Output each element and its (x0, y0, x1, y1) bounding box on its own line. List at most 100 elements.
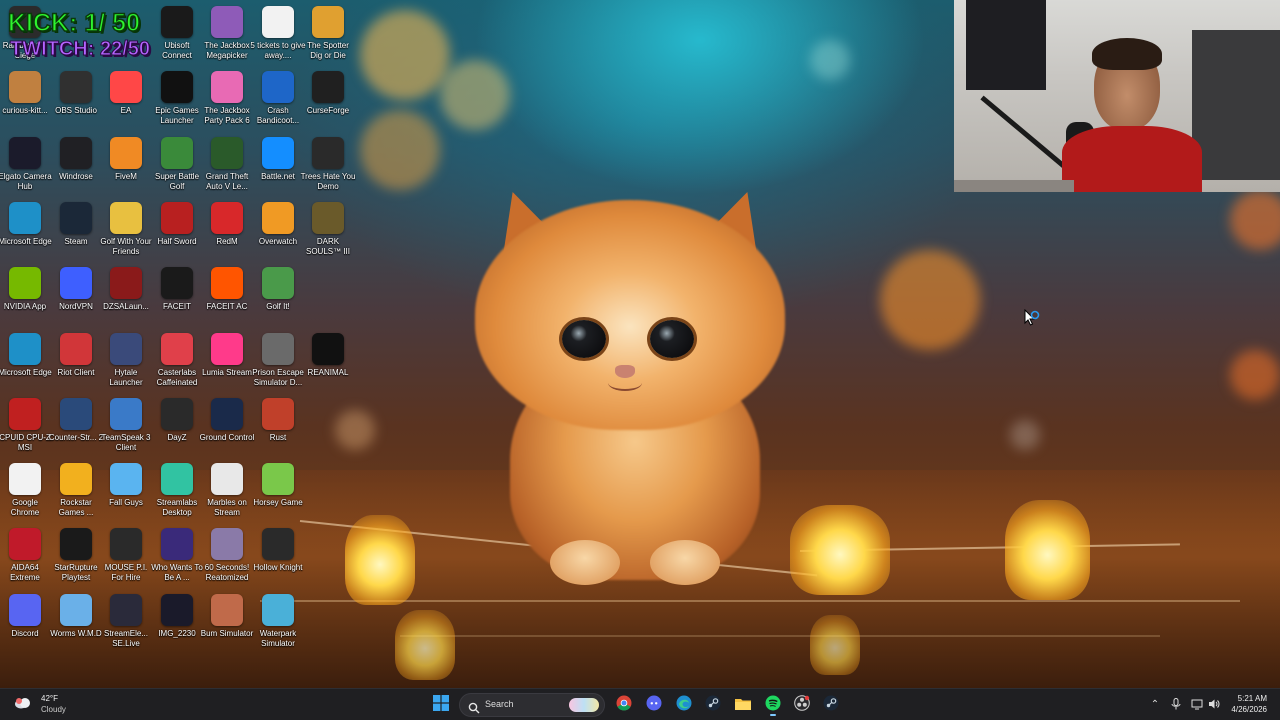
weather-widget[interactable]: 42°F Cloudy (8, 689, 78, 720)
desktop-shortcut[interactable]: Microsoft Edge (0, 331, 53, 395)
desktop-shortcut[interactable]: EA (98, 69, 154, 133)
desktop-shortcut[interactable]: NVIDIA App (0, 265, 53, 329)
desktop-shortcut[interactable]: Worms W.M.D (48, 592, 104, 656)
desktop-shortcut[interactable]: The Jackbox Party Pack 6 (199, 69, 255, 133)
desktop-shortcut[interactable]: Rockstar Games ... (48, 461, 104, 525)
chrome-taskbar-button[interactable] (612, 693, 636, 717)
desktop-shortcut[interactable]: Golf With Your Friends (98, 200, 154, 264)
desktop-shortcut[interactable]: Golf It! (250, 265, 306, 329)
desktop-shortcut[interactable]: Discord (0, 592, 53, 656)
tree-icon (312, 136, 344, 169)
desktop-shortcut[interactable]: Microsoft Edge (0, 200, 53, 264)
start-button[interactable] (429, 693, 453, 717)
discord-taskbar-button[interactable] (642, 693, 666, 717)
desktop-shortcut[interactable]: Ground Control (199, 396, 255, 460)
desktop-shortcut[interactable]: Battle.net (250, 135, 306, 199)
desktop-shortcut[interactable]: The Jackbox Megapicker (199, 4, 255, 68)
desktop-shortcut[interactable]: NordVPN (48, 265, 104, 329)
desktop-shortcut[interactable]: TeamSpeak 3 Client (98, 396, 154, 460)
wallpaper-kitten (440, 179, 820, 600)
desktop-shortcut[interactable]: StarRupture Playtest (48, 526, 104, 590)
desktop-shortcut[interactable]: curious-kitt... (0, 69, 53, 133)
desktop-shortcut-label: Elgato Camera Hub (0, 171, 52, 191)
clock[interactable]: 5:21 AM 4/26/2026 (1220, 689, 1280, 720)
desktop-shortcut-label: Golf It! (266, 302, 290, 312)
weather-temperature: 42°F (41, 694, 58, 703)
network-icon[interactable] (1190, 698, 1204, 712)
desktop-shortcut[interactable]: Who Wants To Be A ... (149, 526, 205, 590)
desktop-shortcut[interactable]: DayZ (149, 396, 205, 460)
desktop-shortcut[interactable]: Windrose (48, 135, 104, 199)
desktop-shortcut[interactable]: MOUSE P.I. For Hire (98, 526, 154, 590)
desktop-shortcut[interactable]: Prison Escape Simulator D... (250, 331, 306, 395)
desktop-shortcut[interactable]: StreamEle... SE.Live (98, 592, 154, 656)
desktop-shortcut-label: Crash Bandicoot... (256, 106, 300, 126)
desktop-shortcut[interactable]: Crash Bandicoot... (250, 69, 306, 133)
desktop-shortcut[interactable]: CurseForge (300, 69, 356, 133)
desktop-shortcut[interactable]: REANIMAL (300, 331, 356, 395)
desktop-shortcut[interactable]: Hytale Launcher (98, 331, 154, 395)
desktop-shortcut[interactable]: Grand Theft Auto V Le... (199, 135, 255, 199)
microphone-icon[interactable] (1169, 698, 1183, 712)
desktop-shortcut-label: Windrose (59, 171, 93, 181)
desktop-shortcut[interactable]: AIDA64 Extreme (0, 526, 53, 590)
webcam-window (1192, 30, 1280, 180)
desktop-shortcut[interactable]: Waterpark Simulator (250, 592, 306, 656)
desktop-shortcut[interactable]: Half Sword (149, 200, 205, 264)
desktop-shortcut[interactable]: Counter-Str... 2 (48, 396, 104, 460)
file-explorer-taskbar-button[interactable] (731, 693, 755, 717)
desktop-shortcut[interactable]: 60 Seconds! Reatomized (199, 526, 255, 590)
desktop-shortcut[interactable]: The Spotter Dig or Die (300, 4, 356, 68)
desktop-shortcut-label: StreamEle... SE.Live (103, 628, 148, 648)
desktop-shortcut-label: Who Wants To Be A ... (151, 563, 203, 583)
desktop-shortcut-label: FACEIT AC (206, 302, 248, 312)
nordvpn-icon (60, 267, 92, 300)
desktop-shortcut[interactable]: FACEIT (149, 265, 205, 329)
desktop-shortcut-label: DZSALaun... (103, 302, 149, 312)
edge-taskbar-button[interactable] (672, 693, 696, 717)
chevron-up-icon[interactable]: ⌃ (1148, 698, 1162, 712)
desktop-shortcut[interactable]: OBS Studio (48, 69, 104, 133)
desktop-shortcut[interactable]: Horsey Game (250, 461, 306, 525)
desktop-shortcut-label: Epic Games Launcher (155, 106, 199, 126)
desktop-shortcut[interactable]: FACEIT AC (199, 265, 255, 329)
desktop-shortcut[interactable]: Hollow Knight (250, 526, 306, 590)
desktop-shortcut[interactable]: Super Battle Golf (149, 135, 205, 199)
spotify-taskbar-button[interactable] (761, 693, 785, 717)
desktop-shortcut-label: Golf With Your Friends (100, 236, 152, 256)
desktop-shortcut[interactable]: 5 tickets to give away.... (250, 4, 306, 68)
gta-icon (211, 136, 243, 169)
twitch-sub-counter: TWITCH: 22/50 (9, 38, 151, 61)
desktop-shortcut[interactable]: Ubisoft Connect (149, 4, 205, 68)
taskbar-search-box[interactable]: Search (459, 693, 605, 717)
desktop-shortcut[interactable]: Riot Client (48, 331, 104, 395)
desktop-shortcut[interactable]: Streamlabs Desktop (149, 461, 205, 525)
desktop-shortcut[interactable]: Elgato Camera Hub (0, 135, 53, 199)
desktop-shortcut[interactable]: Marbles on Stream (199, 461, 255, 525)
desktop-shortcut[interactable]: Fall Guys (98, 461, 154, 525)
desktop-shortcut[interactable]: Epic Games Launcher (149, 69, 205, 133)
desktop-shortcut[interactable]: Steam (48, 200, 104, 264)
spotter-icon (312, 6, 344, 38)
file-icon (9, 71, 41, 104)
desktop-shortcut[interactable]: Casterlabs Caffeinated (149, 331, 205, 395)
desktop-shortcut[interactable]: Trees Hate You Demo (300, 135, 356, 199)
desktop-shortcut[interactable]: RedM (199, 200, 255, 264)
desktop-shortcut[interactable]: DARK SOULS™ III (300, 200, 356, 264)
desktop-shortcut[interactable]: FiveM (98, 135, 154, 199)
desktop-shortcut-label: Streamlabs Desktop (156, 498, 198, 518)
desktop-shortcut-label: StarRupture Playtest (54, 563, 98, 583)
desktop-shortcut[interactable]: Lumia Stream (199, 331, 255, 395)
desktop-shortcut[interactable]: Bum Simulator (199, 592, 255, 656)
desktop-shortcut-label: NVIDIA App (3, 302, 47, 312)
steam-taskbar-button[interactable] (701, 693, 725, 717)
desktop-shortcut[interactable]: Rust (250, 396, 306, 460)
desktop-shortcut[interactable]: IMG_2230 (149, 592, 205, 656)
desktop-shortcut[interactable]: DZSALaun... (98, 265, 154, 329)
desktop-shortcut[interactable]: Google Chrome (0, 461, 53, 525)
desktop-shortcut[interactable]: Overwatch (250, 200, 306, 264)
obs-taskbar-button[interactable] (790, 693, 814, 717)
desktop-shortcut[interactable]: CPUID CPU-Z MSI (0, 396, 53, 460)
steam-taskbar-button-2[interactable] (819, 693, 843, 717)
volume-icon[interactable] (1207, 698, 1221, 712)
